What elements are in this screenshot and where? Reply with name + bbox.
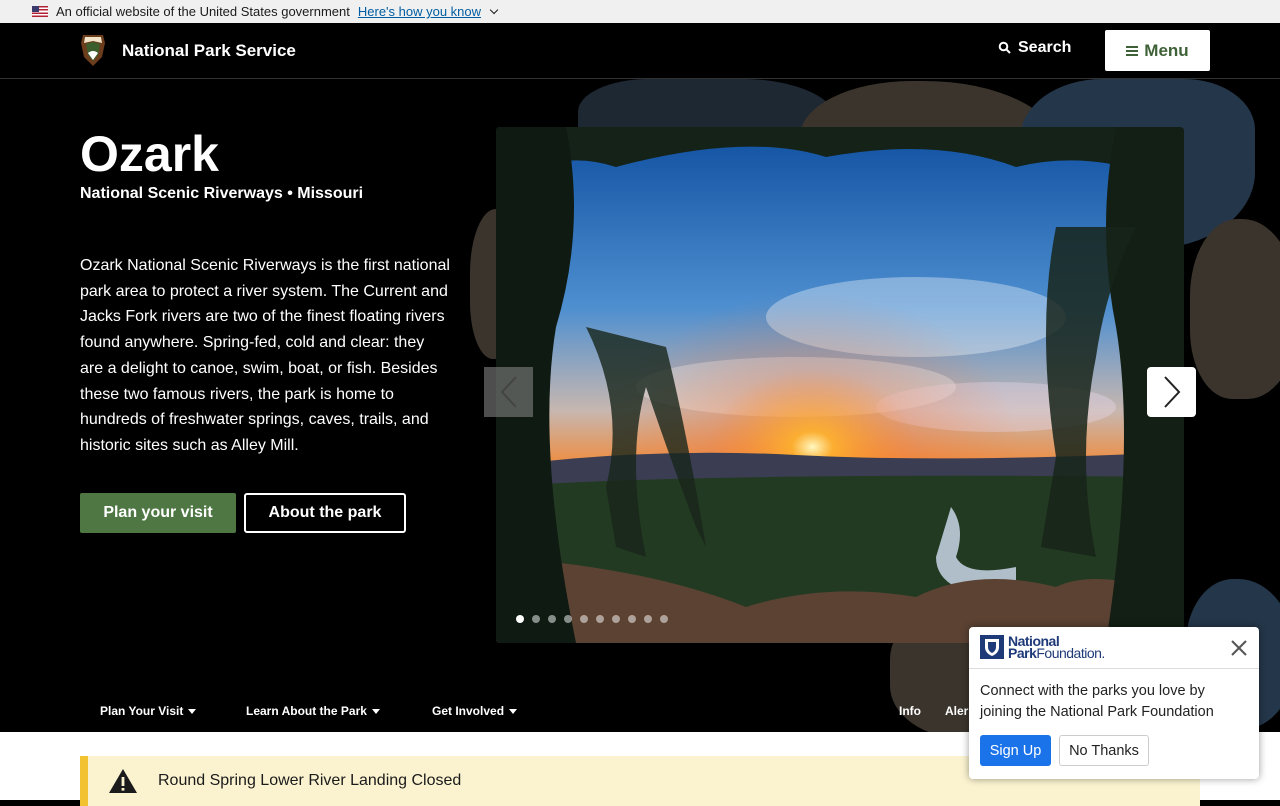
npf-signup-button[interactable]: Sign Up — [980, 735, 1051, 766]
gov-banner-text: An official website of the United States… — [56, 4, 350, 19]
carousel-dot[interactable] — [644, 615, 652, 623]
menu-button[interactable]: Menu — [1105, 30, 1210, 71]
search-button[interactable]: Search — [998, 39, 1071, 57]
alert-text: Round Spring Lower River Landing Closed — [158, 772, 462, 789]
nav-plan-your-visit[interactable]: Plan Your Visit — [100, 704, 197, 718]
npf-shield-icon — [980, 635, 1004, 659]
carousel-dots — [516, 615, 668, 623]
npf-logo: National ParkFoundation. — [980, 634, 1105, 661]
npf-logo-park: Park — [1008, 645, 1037, 661]
decorative-blob — [1190, 219, 1280, 399]
nav-plan-your-visit-label: Plan Your Visit — [100, 704, 184, 718]
carousel-dot[interactable] — [612, 615, 620, 623]
carousel-next-button[interactable] — [1147, 367, 1196, 417]
sunset-river-photo — [496, 127, 1184, 643]
nav-alerts[interactable]: Aler — [945, 704, 968, 718]
hamburger-icon — [1126, 45, 1139, 56]
site-header: National Park Service Search Menu — [0, 23, 1280, 79]
search-label: Search — [1018, 39, 1072, 56]
plan-your-visit-button[interactable]: Plan your visit — [80, 493, 236, 533]
npf-message: Connect with the parks you love by joini… — [980, 683, 1214, 720]
npf-popup-header: National ParkFoundation. — [969, 627, 1259, 669]
carousel-dot[interactable] — [516, 615, 524, 623]
park-description: Ozark National Scenic Riverways is the f… — [80, 257, 450, 454]
chevron-left-icon — [500, 376, 517, 408]
nav-get-involved[interactable]: Get Involved — [432, 704, 518, 718]
nav-get-involved-label: Get Involved — [432, 704, 505, 718]
photo-carousel — [496, 127, 1184, 643]
carousel-dot[interactable] — [564, 615, 572, 623]
nps-arrowhead-logo-icon[interactable] — [80, 33, 106, 67]
nav-info[interactable]: Info — [899, 704, 921, 718]
caret-down-icon — [371, 708, 380, 714]
carousel-prev-button[interactable] — [484, 367, 533, 417]
caret-down-icon — [188, 708, 197, 714]
nav-learn-about-the-park[interactable]: Learn About the Park — [246, 704, 380, 718]
close-icon[interactable] — [1229, 638, 1249, 658]
heres-how-you-know-link[interactable]: Here's how you know — [357, 4, 499, 19]
us-flag-icon — [32, 6, 48, 17]
carousel-dot[interactable] — [660, 615, 668, 623]
carousel-dot[interactable] — [548, 615, 556, 623]
nav-learn-about-the-park-label: Learn About the Park — [246, 704, 367, 718]
heres-how-you-know-label: Here's how you know — [357, 4, 482, 19]
caret-down-icon — [509, 708, 518, 714]
carousel-dot[interactable] — [580, 615, 588, 623]
chevron-right-icon — [1163, 376, 1180, 408]
carousel-dot[interactable] — [596, 615, 604, 623]
npf-no-thanks-button[interactable]: No Thanks — [1059, 735, 1149, 766]
park-title: Ozark — [80, 126, 219, 182]
carousel-dot[interactable] — [628, 615, 636, 623]
gov-banner: An official website of the United States… — [0, 0, 1280, 23]
chevron-down-icon — [489, 5, 499, 15]
about-the-park-button[interactable]: About the park — [244, 493, 406, 533]
search-icon — [998, 41, 1011, 54]
warning-icon — [109, 769, 137, 793]
npf-signup-popup: National ParkFoundation. Connect with th… — [969, 627, 1259, 779]
park-subtitle: National Scenic Riverways • Missouri — [80, 185, 364, 202]
carousel-dot[interactable] — [532, 615, 540, 623]
site-name[interactable]: National Park Service — [122, 41, 296, 61]
menu-label: Menu — [1144, 40, 1189, 60]
npf-logo-foundation: Foundation. — [1036, 645, 1105, 661]
npf-logo-text: National ParkFoundation. — [1008, 634, 1105, 661]
